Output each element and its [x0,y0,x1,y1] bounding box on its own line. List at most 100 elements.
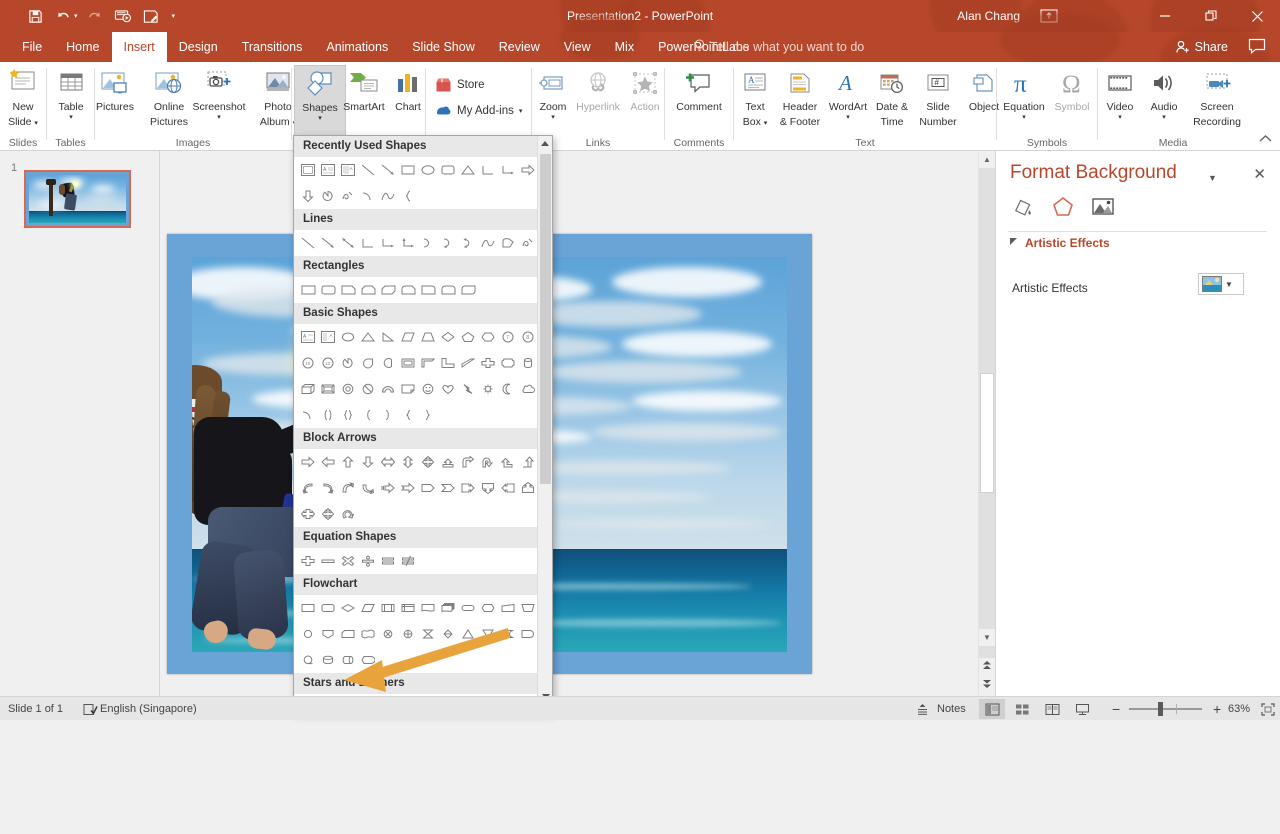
gallery-row[interactable]: 10 12 [294,350,552,376]
slide-number-button[interactable]: # Slide Number [914,65,962,128]
shape-flowchart-merge[interactable] [478,624,498,644]
gallery-row[interactable]: A A 7 8 [294,324,552,350]
tab-view[interactable]: View [552,32,603,62]
zoom-button[interactable]: Zoom ▾ [532,65,574,122]
gallery-row[interactable] [294,501,552,527]
tab-slide-show[interactable]: Slide Show [400,32,487,62]
store-button[interactable]: Store [432,74,488,96]
picture-icon[interactable] [1088,193,1118,221]
shapes-gallery-dropdown[interactable]: Recently Used Shapes A A Lines Rectangle… [293,135,553,713]
shape-rectangle[interactable] [398,160,418,180]
shape-elbow-arrow-connector[interactable] [378,233,398,253]
shape-left-arrow[interactable] [318,452,338,472]
shape-up-arrow-callout[interactable] [518,478,538,498]
zoom-in-button[interactable]: + [1208,699,1226,719]
table-dropdown-caret-icon[interactable]: ▾ [45,114,97,122]
scrollbar-thumb[interactable] [980,373,994,493]
slide-sorter-button[interactable] [1009,699,1035,719]
shape-pentagon-arrow[interactable] [418,478,438,498]
shape-isosceles-triangle[interactable] [358,327,378,347]
shape-flowchart-magnetic-disk[interactable] [318,650,338,670]
pictures-button[interactable]: Pictures [89,65,141,114]
expand-collapse-triangle-icon[interactable] [1010,236,1019,250]
shape-left-up-arrow[interactable] [498,452,518,472]
shape-flowchart-connector[interactable] [298,624,318,644]
zoom-level-label[interactable]: 63% [1228,697,1250,721]
artistic-effects-header[interactable]: Artistic Effects [1010,236,1270,250]
shape-snip-and-round-single-corner-rectangle[interactable] [398,280,418,300]
redo-icon[interactable] [82,3,108,29]
shape-freeform-shape[interactable] [498,233,518,253]
shape-line-arrow[interactable] [318,233,338,253]
shape-flowchart-predefined-process[interactable] [378,598,398,618]
header-footer-button[interactable]: Header & Footer [774,65,826,128]
shape-right-arrow[interactable] [298,452,318,472]
zoom-dropdown-caret-icon[interactable]: ▾ [532,114,574,122]
audio-button[interactable]: Audio ▾ [1142,65,1186,122]
shape-flowchart-direct-access-storage[interactable] [338,650,358,670]
shape-left-bracket[interactable] [358,405,378,425]
shape-dodecagon[interactable]: 12 [318,353,338,373]
tab-insert[interactable]: Insert [111,32,167,62]
shape-oval[interactable] [338,327,358,347]
shape-flowchart-decision[interactable] [338,598,358,618]
shape-chevron[interactable] [438,478,458,498]
shape-diamond[interactable] [438,327,458,347]
shape-hexagon[interactable] [478,327,498,347]
shape-smiley-face[interactable] [418,379,438,399]
shape-frame[interactable] [398,353,418,373]
shape-rounded-rectangle[interactable] [318,280,338,300]
tab-transitions[interactable]: Transitions [230,32,315,62]
symbol-button[interactable]: Ω Symbol [1049,65,1095,114]
shape-double-bracket[interactable] [318,405,338,425]
shape-trapezoid[interactable] [418,327,438,347]
shape-rectangle-picture[interactable] [298,160,318,180]
shape-line-arrow[interactable] [378,160,398,180]
shape-heptagon[interactable]: 7 [498,327,518,347]
shape-flowchart-card[interactable] [338,624,358,644]
shape-not-equal-sign[interactable] [398,551,418,571]
comments-icon[interactable] [1248,38,1266,57]
shape-down-arrow-callout[interactable] [478,478,498,498]
text-box-button[interactable]: A Text Box ▾ [736,65,774,128]
shape-right-bracket[interactable] [378,405,398,425]
slide-thumbnail-1[interactable] [24,170,131,228]
shape-down-arrow[interactable] [298,186,318,206]
shape-text-box[interactable]: A [298,327,318,347]
shape-plaque[interactable] [498,353,518,373]
notes-button[interactable]: Notes [911,699,971,719]
shape-flowchart-alternate-process[interactable] [318,598,338,618]
shape-curve[interactable] [378,186,398,206]
minimize-button[interactable] [1142,0,1188,32]
gallery-row[interactable] [294,183,552,209]
gallery-row[interactable] [294,595,552,621]
shape-curved-arrow-connector[interactable] [438,233,458,253]
tab-design[interactable]: Design [167,32,230,62]
artistic-effects-caret-icon[interactable]: ▼ [1225,280,1233,289]
shape-elbow-connector[interactable] [478,160,498,180]
shape-arc[interactable] [358,186,378,206]
wordart-button[interactable]: A WordArt ▾ [826,65,870,122]
tab-home[interactable]: Home [54,32,111,62]
tab-animations[interactable]: Animations [314,32,400,62]
shape-flowchart-delay[interactable] [518,624,538,644]
shape-diagonal-stripe[interactable] [458,353,478,373]
shape-right-arrow-callout[interactable] [458,478,478,498]
gallery-scroll-up-button[interactable] [538,136,552,151]
shape-multiplication-sign[interactable] [338,551,358,571]
shape-flowchart-collate[interactable] [418,624,438,644]
shape-double-brace[interactable] [338,405,358,425]
shape-equal-sign[interactable] [378,551,398,571]
shape-left-brace[interactable] [398,186,418,206]
new-slide-button[interactable]: New Slide ▾ [0,65,49,128]
shape-flowchart-or[interactable] [398,624,418,644]
shape-notched-right-arrow[interactable] [398,478,418,498]
ribbon-tabs[interactable]: File Home Insert Design Transitions Anim… [10,32,761,62]
language-label[interactable]: English (Singapore) [100,697,197,721]
shape-flowchart-display[interactable] [358,650,378,670]
start-from-beginning-icon[interactable] [110,3,136,29]
shape-isosceles-triangle[interactable] [458,160,478,180]
shape-quad-arrow[interactable] [318,504,338,524]
screenshot-dropdown-caret-icon[interactable]: ▾ [188,114,250,122]
save-icon[interactable] [22,3,48,29]
